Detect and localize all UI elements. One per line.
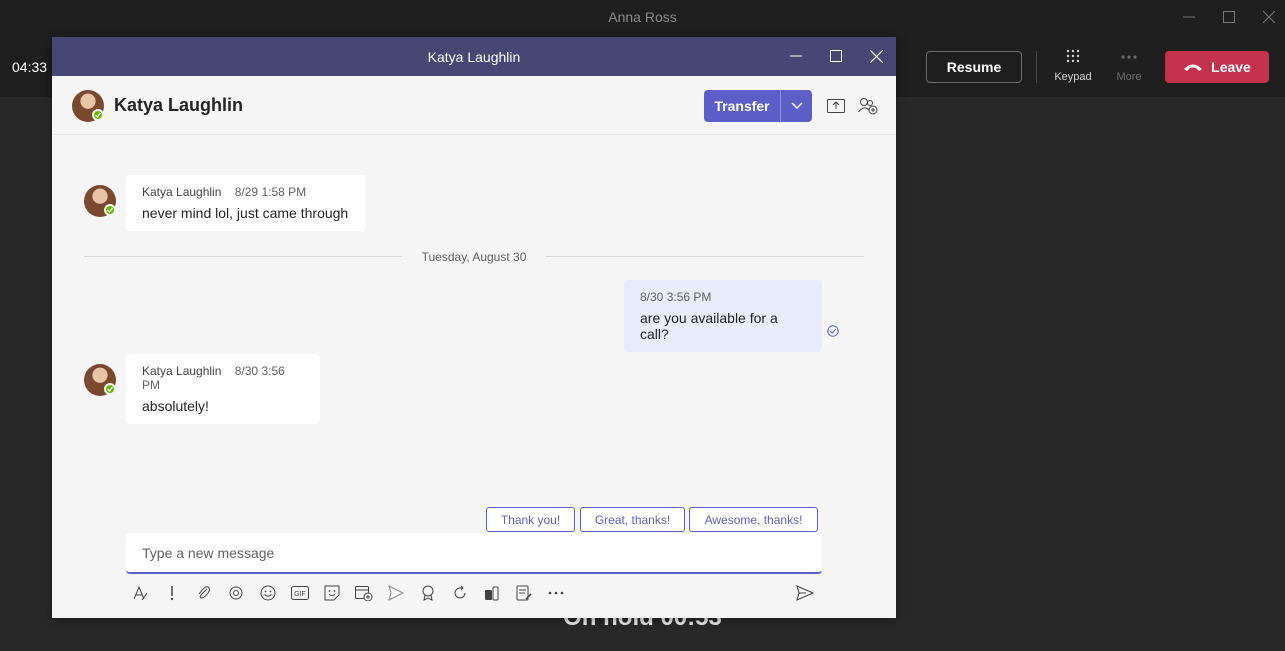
notes-button[interactable] <box>514 582 534 604</box>
suggested-reply-great-thanks[interactable]: Great, thanks! <box>580 507 685 532</box>
schedule-send-button[interactable] <box>386 582 406 604</box>
calendar-add-icon <box>355 586 373 601</box>
hang-up-icon <box>1184 64 1203 71</box>
format-button[interactable] <box>130 582 150 604</box>
chat-maximize-button[interactable] <box>825 46 847 66</box>
minimize-icon <box>1183 16 1195 18</box>
message-sender: Katya Laughlin <box>142 364 222 378</box>
leave-label: Leave <box>1211 59 1251 75</box>
refresh-icon <box>454 585 466 599</box>
apps-icon <box>485 586 499 601</box>
loop-component-button[interactable] <box>450 582 470 604</box>
date-divider: Tuesday, August 30 <box>84 250 864 264</box>
resume-button[interactable]: Resume <box>926 51 1022 83</box>
attach-button[interactable] <box>194 582 214 604</box>
presence-available-icon <box>92 109 104 121</box>
transfer-button[interactable]: Transfer <box>704 90 780 122</box>
maximize-button[interactable] <box>1217 6 1241 28</box>
message-sender: Katya Laughlin <box>142 185 222 199</box>
chat-close-button[interactable] <box>865 46 887 66</box>
praise-button[interactable] <box>418 582 438 604</box>
message-time: 8/30 3:56 PM <box>640 290 712 304</box>
presence-available-icon <box>104 204 116 216</box>
important-button[interactable] <box>162 582 182 604</box>
add-people-button[interactable] <box>858 96 878 116</box>
chat-minimize-button[interactable] <box>785 46 807 66</box>
paperclip-icon <box>198 586 210 599</box>
schedule-meeting-button[interactable] <box>354 582 374 604</box>
sticker-button[interactable] <box>322 582 342 604</box>
gif-button[interactable]: GIF <box>290 582 310 604</box>
read-receipt-icon <box>827 325 839 337</box>
message-input[interactable] <box>126 533 822 572</box>
more-label: More <box>1116 71 1142 83</box>
chevron-down-icon <box>790 102 803 110</box>
transfer-dropdown-button[interactable] <box>780 90 812 122</box>
message-text: never mind lol, just came through <box>142 205 349 221</box>
chat-window: Katya Laughlin Katya Laughlin Transfer K… <box>52 37 896 618</box>
message-meta: Katya Laughlin 8/29 1:58 PM <box>142 185 350 199</box>
leave-button[interactable]: Leave <box>1165 51 1269 83</box>
loop-icon <box>229 586 243 600</box>
chat-title-bar: Katya Laughlin <box>52 37 896 76</box>
loop-button[interactable] <box>226 582 246 604</box>
send-icon <box>796 585 814 601</box>
compose-box <box>126 533 822 574</box>
maximize-icon <box>1223 11 1235 23</box>
notes-edit-icon <box>516 585 532 601</box>
call-timer: 04:33 <box>12 59 48 75</box>
format-icon <box>133 585 148 601</box>
close-button[interactable] <box>1257 6 1281 28</box>
more-button[interactable]: More <box>1108 49 1150 83</box>
svg-text:GIF: GIF <box>294 591 306 598</box>
sticker-icon <box>324 585 340 601</box>
app-title-bar: Anna Ross <box>0 0 1285 34</box>
my-message-bubble[interactable]: 8/30 3:56 PM are you available for a cal… <box>624 280 822 352</box>
add-people-icon <box>858 98 878 115</box>
close-icon <box>1263 11 1275 23</box>
share-screen-icon <box>827 99 845 113</box>
transfer-split-button: Transfer <box>704 90 812 122</box>
message-text: are you available for a call? <box>640 310 778 342</box>
maximize-icon <box>830 50 842 62</box>
keypad-button[interactable]: Keypad <box>1048 49 1098 83</box>
minimize-button[interactable] <box>1177 6 1201 28</box>
date-divider-label: Tuesday, August 30 <box>421 250 527 264</box>
message-meta: Katya Laughlin 8/30 3:56 PM <box>142 364 304 392</box>
more-options-button[interactable] <box>546 582 566 604</box>
message-text: absolutely! <box>142 398 209 414</box>
send-button[interactable] <box>794 582 816 604</box>
divider <box>1036 51 1037 83</box>
suggested-reply-awesome-thanks[interactable]: Awesome, thanks! <box>689 507 818 532</box>
chat-header: Katya Laughlin Transfer <box>52 76 896 135</box>
share-screen-button[interactable] <box>826 96 846 116</box>
message-bubble[interactable]: Katya Laughlin 8/30 3:56 PM absolutely! <box>126 354 320 424</box>
keypad-label: Keypad <box>1054 71 1092 83</box>
divider-line <box>546 256 864 257</box>
exclamation-icon <box>170 586 174 601</box>
window-title: Anna Ross <box>608 9 677 25</box>
keypad-icon <box>1066 49 1080 63</box>
emoji-button[interactable] <box>258 582 278 604</box>
suggested-reply-thank-you[interactable]: Thank you! <box>486 507 575 532</box>
apps-button[interactable] <box>482 582 502 604</box>
presence-available-icon <box>104 383 116 395</box>
close-icon <box>869 49 883 63</box>
compose-toolbar: GIF <box>130 582 566 604</box>
more-icon <box>1121 55 1137 59</box>
message-time: 8/29 1:58 PM <box>234 185 307 199</box>
message-bubble[interactable]: Katya Laughlin 8/29 1:58 PM never mind l… <box>126 175 366 231</box>
contact-name: Katya Laughlin <box>114 95 244 115</box>
badge-icon <box>422 585 434 601</box>
gif-icon: GIF <box>291 586 309 600</box>
more-icon <box>548 591 564 595</box>
emoji-icon <box>260 585 276 601</box>
minimize-icon <box>790 55 802 57</box>
chat-window-title: Katya Laughlin <box>427 49 521 65</box>
send-later-icon <box>388 585 404 601</box>
